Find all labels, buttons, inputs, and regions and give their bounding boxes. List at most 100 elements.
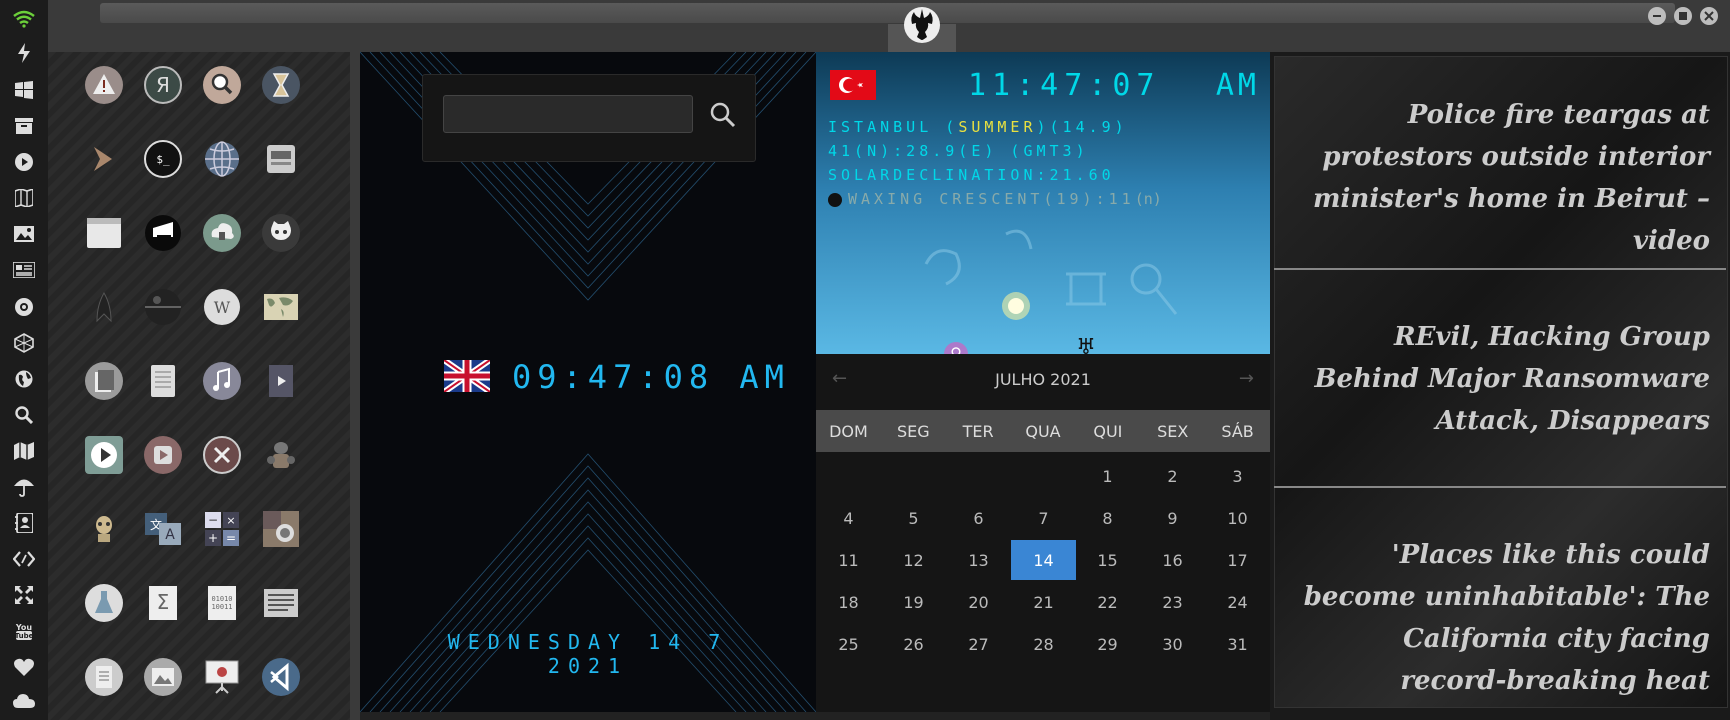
calendar-day[interactable]: 31 [1205,624,1270,664]
screenshot-icon[interactable] [261,509,301,549]
sigma-icon[interactable]: Σ [143,583,183,623]
solar-declination-line: SOLARDECLINATION:21.60 [828,166,1115,184]
calendar-day[interactable]: 20 [946,582,1011,622]
calendar-day[interactable]: 2 [1140,456,1205,496]
calendar-day[interactable]: 29 [1075,624,1140,664]
hourglass-icon[interactable] [261,65,301,105]
calendar-day[interactable]: 10 [1205,498,1270,538]
calendar-next-button[interactable]: → [1239,368,1254,389]
settings-gear-icon[interactable] [11,294,37,320]
terminal-arrow-icon[interactable] [84,139,124,179]
close-icon[interactable] [202,435,242,475]
calendar-day[interactable]: 13 [946,540,1011,580]
calendar-day[interactable]: 24 [1205,582,1270,622]
map-icon[interactable] [11,438,37,464]
code-icon[interactable] [11,546,37,572]
video-player-icon[interactable] [143,435,183,475]
calendar-day[interactable]: 22 [1075,582,1140,622]
calendar-day[interactable]: 9 [1140,498,1205,538]
svg-text:Я: Я [156,73,170,97]
calendar-day[interactable]: 3 [1205,456,1270,496]
translate-icon[interactable]: 文A [143,509,183,549]
calendar-day[interactable]: 26 [881,624,946,664]
news-headline[interactable]: REvil, Hacking Group Behind Major Ransom… [1290,316,1710,442]
globe-icon[interactable] [11,366,37,392]
robot-icon[interactable] [261,435,301,475]
warning-icon[interactable] [84,65,124,105]
flask-icon[interactable] [84,583,124,623]
calendar-day[interactable]: 21 [1011,582,1076,622]
calendar-day[interactable]: 12 [881,540,946,580]
maximize-button[interactable] [1674,7,1692,25]
news-headline[interactable]: Police fire teargas at protestors outsid… [1290,94,1710,262]
calendar-day[interactable]: 6 [946,498,1011,538]
notes-icon[interactable] [143,361,183,401]
calendar-day[interactable]: 17 [1205,540,1270,580]
archive-icon[interactable] [11,113,37,139]
wikipedia-icon[interactable]: W [202,287,242,327]
yandex-icon[interactable]: Я [143,65,183,105]
music-icon[interactable] [202,361,242,401]
wifi-icon[interactable] [11,6,37,32]
video-icon[interactable] [261,361,301,401]
document-icon[interactable] [84,657,124,697]
picture-icon[interactable] [143,657,183,697]
calendar-day[interactable]: 7 [1011,498,1076,538]
globe-icon[interactable] [202,139,242,179]
news-headline[interactable]: 'Places like this could become uninhabit… [1290,534,1710,702]
windows-icon[interactable] [11,77,37,103]
dash-icon[interactable] [143,213,183,253]
calendar-day[interactable]: 5 [881,498,946,538]
calendar-day[interactable]: 27 [946,624,1011,664]
starfleet-icon[interactable] [84,287,124,327]
cloud-icon[interactable] [11,688,37,714]
presentation-icon[interactable] [202,657,242,697]
death-star-icon[interactable] [143,287,183,327]
search-icon[interactable] [11,402,37,428]
heart-icon[interactable] [11,654,37,680]
network-icon[interactable] [11,330,37,356]
calendar-day[interactable]: 4 [816,498,881,538]
umbrella-icon[interactable] [11,474,37,500]
image-icon[interactable] [11,221,37,247]
calendar-day[interactable]: 11 [816,540,881,580]
calculator-icon[interactable]: − × + = [202,509,242,549]
vpn-icon[interactable] [202,213,242,253]
calendar-day[interactable]: 23 [1140,582,1205,622]
calendar-day[interactable]: 18 [816,582,881,622]
title-bar-field[interactable] [100,3,1675,23]
minimize-button[interactable] [1648,7,1666,25]
lightning-icon[interactable] [11,40,37,66]
calendar-day[interactable]: 1 [1075,456,1140,496]
calendar-day[interactable]: 28 [1011,624,1076,664]
youtube-icon[interactable]: You Tube [11,618,37,644]
search-icon[interactable] [202,65,242,105]
window-icon[interactable] [84,213,124,253]
binary-file-icon[interactable]: 01010 10011 [202,583,242,623]
archive-icon[interactable] [84,361,124,401]
expand-icon[interactable] [11,582,37,608]
terminal-icon[interactable]: $_ [143,139,183,179]
rebel-alliance-logo[interactable] [903,6,941,44]
search-icon[interactable] [703,95,743,135]
news-icon[interactable] [11,257,37,283]
play-button-icon[interactable] [84,435,124,475]
droid-icon[interactable] [84,509,124,549]
github-icon[interactable] [261,213,301,253]
play-icon[interactable] [11,149,37,175]
contacts-icon[interactable] [11,510,37,536]
calendar-day[interactable]: 15 [1075,540,1140,580]
vscode-icon[interactable] [261,657,301,697]
map-folder-icon[interactable] [11,185,37,211]
world-map-icon[interactable] [261,287,301,327]
calendar-day[interactable]: 19 [881,582,946,622]
printer-icon[interactable] [261,139,301,179]
calendar-day[interactable]: 30 [1140,624,1205,664]
calendar-day[interactable]: 25 [816,624,881,664]
calendar-day-selected[interactable]: 14 [1011,540,1076,580]
search-input[interactable] [443,95,693,133]
close-button[interactable] [1700,7,1718,25]
keyboard-icon[interactable] [261,583,301,623]
calendar-day[interactable]: 8 [1075,498,1140,538]
calendar-day[interactable]: 16 [1140,540,1205,580]
